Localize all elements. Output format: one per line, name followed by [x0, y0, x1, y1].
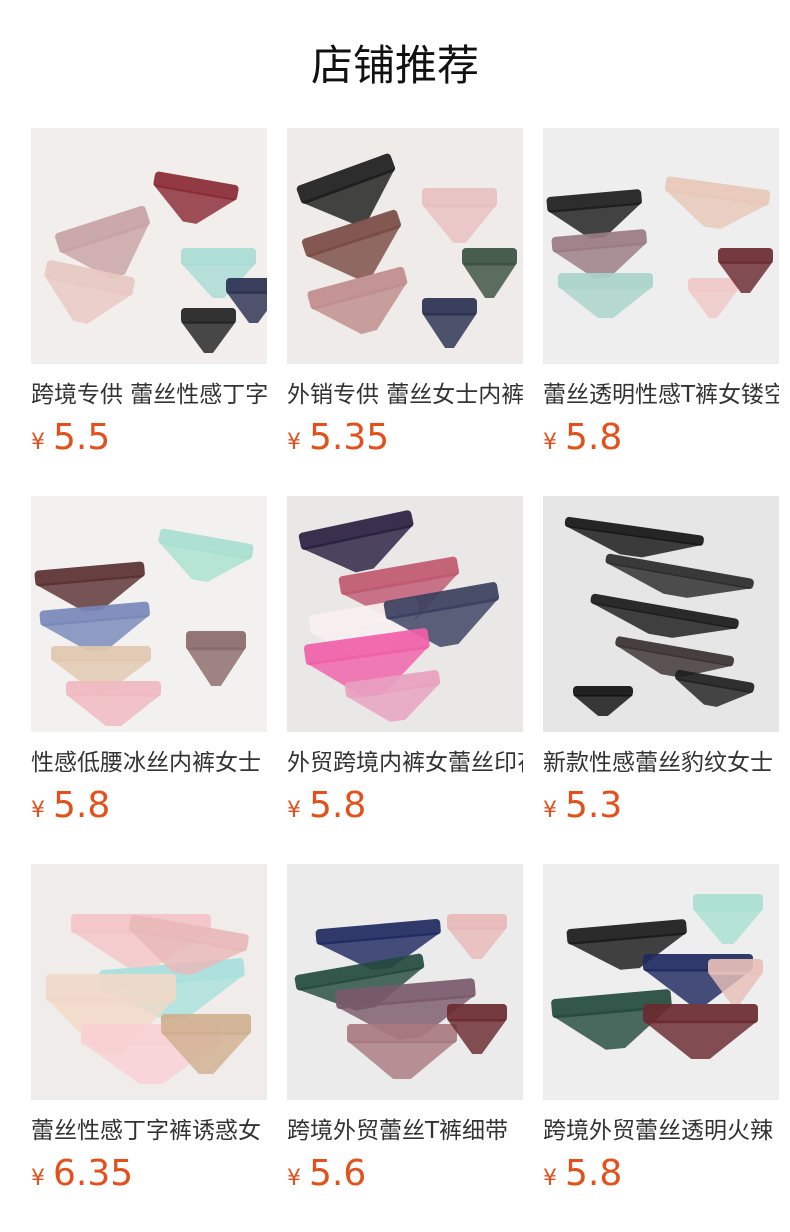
product-name[interactable]: 跨境外贸蕾丝T裤细带	[287, 1114, 523, 1148]
product-card[interactable]: 性感低腰冰丝内裤女士 ¥5.8	[31, 496, 267, 852]
product-name[interactable]: 跨境专供 蕾丝性感丁字裤	[31, 378, 267, 412]
price-value: 5.8	[565, 1153, 623, 1194]
product-photo	[31, 128, 267, 364]
price-value: 5.5	[53, 417, 111, 458]
product-photo	[287, 864, 523, 1100]
product-name[interactable]: 外销专供 蕾丝女士内裤	[287, 378, 523, 412]
product-photo	[543, 128, 779, 364]
product-price: ¥6.35	[31, 1152, 267, 1196]
product-card[interactable]: 蕾丝性感丁字裤诱惑女 ¥6.35	[31, 864, 267, 1220]
product-card[interactable]: 跨境外贸蕾丝T裤细带 ¥5.6	[287, 864, 523, 1220]
product-photo	[543, 496, 779, 732]
product-price: ¥5.6	[287, 1152, 523, 1196]
product-image[interactable]	[543, 864, 779, 1100]
product-image[interactable]	[287, 496, 523, 732]
product-card[interactable]: 跨境专供 蕾丝性感丁字裤 ¥5.5	[31, 128, 267, 484]
page-title: 店铺推荐	[310, 41, 479, 90]
product-card[interactable]: 外贸跨境内裤女蕾丝印花 ¥5.8	[287, 496, 523, 852]
product-photo	[543, 864, 779, 1100]
price-value: 5.35	[309, 417, 390, 458]
product-name[interactable]: 新款性感蕾丝豹纹女士	[543, 746, 779, 780]
price-value: 5.6	[309, 1153, 367, 1194]
product-photo	[287, 496, 523, 732]
product-name[interactable]: 蕾丝性感丁字裤诱惑女	[31, 1114, 267, 1148]
product-price: ¥5.35	[287, 416, 523, 460]
product-name[interactable]: 跨境外贸蕾丝透明火辣	[543, 1114, 779, 1148]
product-price: ¥5.8	[543, 416, 779, 460]
product-image[interactable]	[287, 128, 523, 364]
product-image[interactable]	[543, 496, 779, 732]
currency-symbol: ¥	[287, 430, 301, 455]
currency-symbol: ¥	[543, 430, 557, 455]
product-name[interactable]: 蕾丝透明性感T裤女镂空	[543, 378, 779, 412]
product-price: ¥5.8	[287, 784, 523, 828]
product-price: ¥5.5	[31, 416, 267, 460]
price-value: 5.3	[565, 785, 623, 826]
product-card[interactable]: 蕾丝透明性感T裤女镂空 ¥5.8	[543, 128, 779, 484]
currency-symbol: ¥	[543, 798, 557, 823]
currency-symbol: ¥	[31, 430, 45, 455]
product-price: ¥5.8	[543, 1152, 779, 1196]
product-card[interactable]: 外销专供 蕾丝女士内裤 ¥5.35	[287, 128, 523, 484]
currency-symbol: ¥	[543, 1166, 557, 1191]
product-card[interactable]: 跨境外贸蕾丝透明火辣 ¥5.8	[543, 864, 779, 1220]
product-name[interactable]: 性感低腰冰丝内裤女士	[31, 746, 267, 780]
product-image[interactable]	[31, 496, 267, 732]
price-value: 5.8	[565, 417, 623, 458]
product-photo	[287, 128, 523, 364]
currency-symbol: ¥	[31, 798, 45, 823]
price-value: 5.8	[309, 785, 367, 826]
currency-symbol: ¥	[31, 1166, 45, 1191]
product-card[interactable]: 新款性感蕾丝豹纹女士 ¥5.3	[543, 496, 779, 852]
product-photo	[31, 496, 267, 732]
currency-symbol: ¥	[287, 1166, 301, 1191]
product-image[interactable]	[31, 128, 267, 364]
product-photo	[31, 864, 267, 1100]
product-name[interactable]: 外贸跨境内裤女蕾丝印花	[287, 746, 523, 780]
product-price: ¥5.3	[543, 784, 779, 828]
price-value: 6.35	[53, 1153, 134, 1194]
product-price: ¥5.8	[31, 784, 267, 828]
product-image[interactable]	[287, 864, 523, 1100]
product-grid: 跨境专供 蕾丝性感丁字裤 ¥5.5 外销专供 蕾丝女士内裤 ¥5.35 蕾丝透明…	[31, 128, 790, 1220]
price-value: 5.8	[53, 785, 111, 826]
currency-symbol: ¥	[287, 798, 301, 823]
product-image[interactable]	[543, 128, 779, 364]
product-image[interactable]	[31, 864, 267, 1100]
